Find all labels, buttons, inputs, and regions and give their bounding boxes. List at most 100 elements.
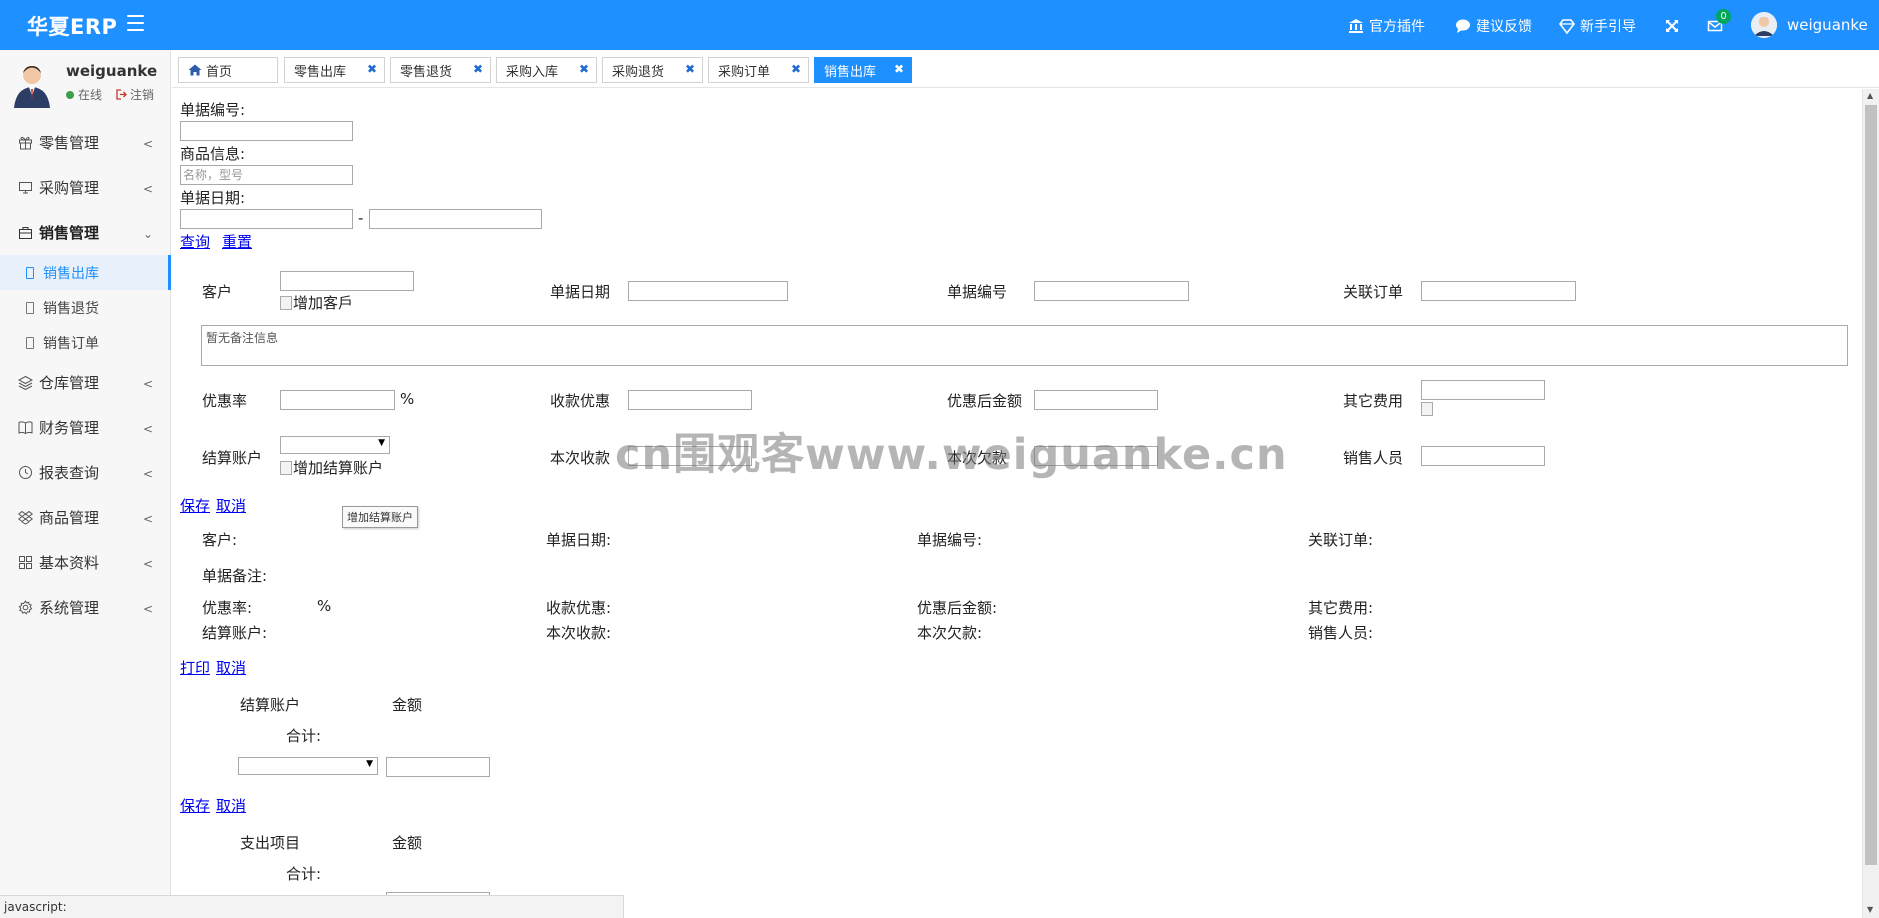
file-icon (26, 301, 34, 314)
close-icon[interactable]: ✖ (473, 62, 483, 76)
form-bill-no-input[interactable] (1034, 281, 1189, 301)
brand-logo[interactable]: 华夏ERP (27, 11, 117, 41)
scroll-up-icon[interactable]: ▲ (1867, 91, 1873, 100)
sidebar-item-label: 采购管理 (39, 179, 100, 197)
date-separator: - (358, 209, 364, 227)
add-account-image[interactable]: 增加结算账户 (280, 457, 383, 478)
user-menu[interactable]: weiguanke (1751, 12, 1868, 38)
view-customer-label: 客户: (202, 531, 238, 549)
add-customer-image[interactable]: 增加客戶 (280, 292, 353, 313)
logout-icon (116, 89, 127, 100)
expand-icon (1664, 18, 1680, 34)
dropbox-icon (17, 510, 34, 525)
view-account-label: 结算账户: (202, 624, 268, 642)
tab-purchase-in[interactable]: 采购入库 ✖ (496, 57, 597, 83)
collect-discount-input[interactable] (628, 390, 752, 410)
discount-rate-input[interactable] (280, 390, 395, 410)
form-bill-date-input[interactable] (628, 281, 788, 301)
sidebar-item-retail[interactable]: 零售管理 < (0, 120, 171, 165)
tab-label: 采购入库 (506, 64, 559, 80)
sidebar-subitem-sales-out[interactable]: 销售出库 (0, 255, 171, 290)
sidebar-item-finance[interactable]: 财务管理 < (0, 405, 171, 450)
sidebar-item-basic-data[interactable]: 基本资料 < (0, 540, 171, 585)
close-icon[interactable]: ✖ (685, 62, 695, 76)
remark-textarea[interactable]: 暂无备注信息 (201, 325, 1848, 366)
linked-order-input[interactable] (1421, 281, 1576, 301)
view-salesman-label: 销售人员: (1308, 624, 1374, 642)
after-discount-label: 优惠后金额 (947, 392, 1023, 410)
sidebar-item-reports[interactable]: 报表查询 < (0, 450, 171, 495)
tab-home[interactable]: 首页 (178, 57, 278, 83)
sidebar-item-warehouse[interactable]: 仓库管理 < (0, 360, 171, 405)
account-cancel-link[interactable]: 取消 (216, 795, 246, 816)
sidebar-subitem-label: 销售退货 (43, 300, 99, 317)
account-row-amount-input[interactable] (386, 757, 490, 777)
sidebar-subitem-sales-order[interactable]: 销售订单 (0, 325, 171, 360)
save-link[interactable]: 保存 (180, 495, 210, 516)
top-username: weiguanke (1787, 16, 1868, 34)
sidebar-item-sales[interactable]: 销售管理 ⌄ (0, 210, 171, 255)
sidebar-item-label: 商品管理 (39, 509, 100, 527)
guide-link[interactable]: 新手引导 (1558, 15, 1636, 37)
close-icon[interactable]: ✖ (579, 62, 589, 76)
date-to-input[interactable] (369, 209, 542, 229)
message-count-badge: 0 (1716, 9, 1731, 24)
print-link[interactable]: 打印 (180, 657, 210, 678)
after-discount-input[interactable] (1034, 390, 1158, 410)
account-save-link[interactable]: 保存 (180, 795, 210, 816)
goods-info-input[interactable]: 名称，型号 (180, 165, 353, 185)
scroll-down-icon[interactable]: ▼ (1867, 905, 1873, 914)
scroll-thumb[interactable] (1865, 105, 1877, 865)
sidebar-item-purchase[interactable]: 采购管理 < (0, 165, 171, 210)
view-cancel-link[interactable]: 取消 (216, 657, 246, 678)
tab-purchase-order[interactable]: 采购订单 ✖ (708, 57, 809, 83)
sidebar-subitem-label: 销售订单 (43, 335, 99, 352)
cancel-link[interactable]: 取消 (216, 495, 246, 516)
customer-label: 客户 (202, 283, 233, 301)
official-plugins-link[interactable]: 官方插件 (1348, 15, 1425, 37)
close-icon[interactable]: ✖ (791, 62, 801, 76)
chevron-down-icon: ⌄ (142, 227, 153, 241)
account-row-select[interactable] (238, 757, 378, 775)
this-collect-label: 本次收款 (550, 449, 611, 467)
query-link[interactable]: 查询 (180, 231, 210, 252)
expense-total-label: 合计: (286, 865, 322, 883)
other-fee-label: 其它费用 (1343, 392, 1404, 410)
menu-toggle-icon[interactable] (127, 15, 144, 31)
chevron-left-icon: < (142, 182, 153, 196)
account-select[interactable] (280, 436, 390, 454)
salesman-input[interactable] (1421, 446, 1545, 466)
vertical-scrollbar[interactable]: ▲ ▼ (1862, 89, 1879, 918)
close-icon[interactable]: ✖ (894, 62, 904, 76)
top-navbar: 华夏ERP 官方插件 建议反馈 新手引导 0 weiguanke (0, 0, 1879, 50)
online-label: 在线 (78, 88, 103, 102)
sidebar-subitem-sales-return[interactable]: 销售退货 (0, 290, 171, 325)
sidebar-item-goods[interactable]: 商品管理 < (0, 495, 171, 540)
tab-label: 销售出库 (824, 64, 877, 80)
user-panel: weiguanke 在线 注销 (0, 50, 171, 112)
sidebar-item-system[interactable]: 系统管理 < (0, 585, 171, 630)
date-from-input[interactable] (180, 209, 353, 229)
tab-sales-out[interactable]: 销售出库 ✖ (814, 57, 912, 83)
tab-purchase-return[interactable]: 采购退货 ✖ (602, 57, 703, 83)
view-bill-date-label: 单据日期: (546, 531, 612, 549)
chevron-left-icon: < (142, 137, 153, 151)
account-total-label: 合计: (286, 727, 322, 745)
tab-retail-return[interactable]: 零售退货 ✖ (390, 57, 491, 83)
reset-link[interactable]: 重置 (222, 231, 252, 252)
chat-bubble-icon (1455, 18, 1471, 34)
fullscreen-button[interactable] (1664, 15, 1680, 37)
broken-image-icon (280, 460, 292, 475)
bill-no-input[interactable] (180, 121, 353, 141)
logout-label: 注销 (130, 88, 155, 102)
view-this-debt-label: 本次欠款: (917, 624, 983, 642)
feedback-link[interactable]: 建议反馈 (1455, 15, 1532, 37)
sidebar-item-label: 基本资料 (39, 554, 100, 572)
other-fee-input[interactable] (1421, 380, 1545, 400)
customer-input[interactable] (280, 271, 414, 291)
close-icon[interactable]: ✖ (367, 62, 377, 76)
diamond-icon (1558, 18, 1576, 35)
logout-link[interactable]: 注销 (116, 86, 154, 103)
other-fee-image[interactable] (1421, 402, 1434, 416)
tab-retail-out[interactable]: 零售出库 ✖ (284, 57, 385, 83)
